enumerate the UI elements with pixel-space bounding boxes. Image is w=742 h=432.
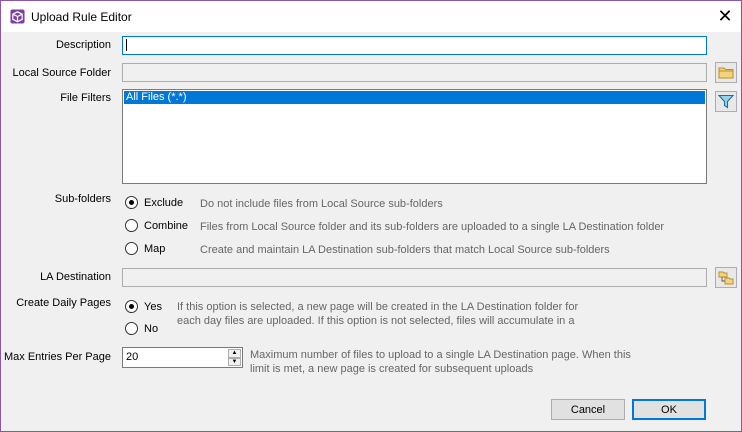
local-source-field[interactable] [122,63,707,82]
folder-icon [718,67,734,79]
la-destination-label: LA Destination [40,271,111,283]
window-title: Upload Rule Editor [31,10,132,24]
ok-button[interactable]: OK [632,399,706,420]
title-bar: Upload Rule Editor ✕ [1,1,741,32]
map-description: Create and maintain LA Destination sub-f… [200,244,610,256]
exclude-description: Do not include files from Local Source s… [200,198,443,210]
daily-description-line2: each day files are uploaded. If this opt… [177,315,575,327]
text-caret [126,39,127,51]
chevron-up-icon: ▲ [231,350,238,357]
close-icon: ✕ [717,6,733,26]
combine-description: Files from Local Source folder and its s… [200,221,665,233]
app-cube-icon [10,9,25,24]
daily-yes-option[interactable]: Yes [125,300,162,313]
radio-map[interactable] [125,242,138,255]
radio-combine[interactable] [125,219,138,232]
subfolders-combine-option[interactable]: Combine [125,219,188,232]
browse-source-button[interactable] [715,62,737,83]
daily-no-option[interactable]: No [125,322,158,335]
max-entries-description-line1: Maximum number of files to upload to a s… [250,349,631,361]
filter-funnel-icon [718,94,734,109]
max-entries-value[interactable]: 20 [126,351,138,363]
max-entries-stepper[interactable]: 20 ▲ ▼ [122,347,243,368]
stepper-up-button[interactable]: ▲ [228,349,241,358]
file-filters-label: File Filters [60,92,111,104]
radio-yes[interactable] [125,300,138,313]
stepper-down-button[interactable]: ▼ [228,357,241,366]
subfolders-map-option[interactable]: Map [125,242,165,255]
edit-filters-button[interactable] [715,91,737,112]
max-entries-label: Max Entries Per Page [4,351,111,363]
radio-exclude[interactable] [125,196,138,209]
cancel-button[interactable]: Cancel [551,399,625,420]
create-daily-label: Create Daily Pages [16,297,111,309]
la-destination-field[interactable] [122,268,707,287]
chevron-down-icon: ▼ [231,358,238,365]
radio-no[interactable] [125,322,138,335]
description-input[interactable] [122,36,707,55]
file-filters-list[interactable]: All Files (*.*) [122,89,707,184]
list-item[interactable]: All Files (*.*) [124,91,705,104]
folder-tree-icon [718,271,734,284]
browse-destination-button[interactable] [715,267,737,288]
description-label: Description [55,39,111,51]
subfolders-exclude-option[interactable]: Exclude [125,196,183,209]
subfolders-label: Sub-folders [54,193,111,205]
local-source-label: Local Source Folder [12,67,111,79]
daily-description-line1: If this option is selected, a new page w… [177,301,579,313]
upload-rule-editor-dialog: Upload Rule Editor ✕ Description Local S… [0,0,742,432]
max-entries-description-line2: limit is met, a new page is created for … [250,363,534,375]
close-button[interactable]: ✕ [709,3,741,30]
